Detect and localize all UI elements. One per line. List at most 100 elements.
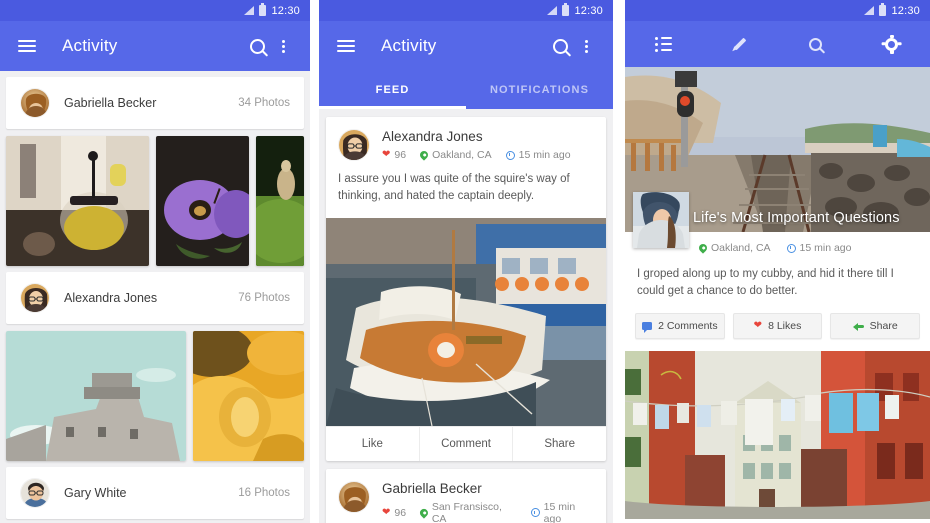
gear-icon[interactable] bbox=[854, 34, 930, 54]
avatar bbox=[338, 480, 370, 513]
list-item[interactable]: Gabriella Becker 34 Photos bbox=[6, 77, 304, 129]
post-image[interactable] bbox=[326, 217, 606, 426]
photo-thumbnail[interactable] bbox=[193, 331, 304, 461]
location-text: San Fransisco, CA bbox=[431, 500, 502, 523]
hamburger-menu-icon[interactable] bbox=[14, 33, 40, 59]
clock-icon bbox=[505, 150, 515, 160]
comments-button[interactable]: 2 Comments bbox=[635, 312, 725, 339]
share-button[interactable]: Share bbox=[830, 312, 921, 339]
like-button[interactable]: Like bbox=[326, 426, 420, 461]
list-item[interactable]: Alexandra Jones 76 Photos bbox=[6, 272, 304, 324]
time-text: 15 min ago bbox=[543, 500, 576, 523]
photo-strip bbox=[6, 136, 304, 266]
post-location: San Fransisco, CA bbox=[418, 500, 517, 523]
overflow-menu-icon[interactable] bbox=[573, 33, 599, 59]
like-count: ❤ 96 bbox=[382, 149, 406, 161]
comment-icon bbox=[642, 321, 653, 333]
post-location: Oakland, CA bbox=[697, 242, 771, 254]
photo-count: 34 Photos bbox=[238, 97, 290, 109]
phone-screen-feed: 12:30 Activity FEED NOTIFICATIONS Alexan… bbox=[319, 0, 613, 523]
time-text: 15 min ago bbox=[518, 149, 571, 161]
clock-icon bbox=[786, 243, 796, 253]
post-time: 15 min ago bbox=[530, 500, 594, 523]
list-item[interactable]: Gary White 16 Photos bbox=[6, 467, 304, 519]
overflow-menu-icon[interactable] bbox=[270, 33, 296, 59]
post-title: Life's Most Important Questions bbox=[693, 210, 900, 226]
search-icon[interactable] bbox=[778, 37, 854, 51]
feed-post-card: Alexandra Jones ❤ 96 Oakland, CA 15 min … bbox=[326, 117, 606, 461]
heart-icon: ❤ bbox=[382, 149, 391, 160]
status-bar: 12:30 bbox=[0, 0, 310, 21]
app-bar: Activity bbox=[0, 21, 310, 71]
battery-icon bbox=[562, 3, 570, 16]
battery-icon bbox=[879, 3, 887, 16]
search-icon[interactable] bbox=[244, 33, 270, 59]
feed-post-card: Gabriella Becker ❤ 96 San Fransisco, CA bbox=[326, 468, 606, 523]
post-author: Alexandra Jones bbox=[382, 129, 483, 144]
post-header: Gabriella Becker ❤ 96 San Fransisco, CA bbox=[326, 469, 606, 523]
photo-thumbnail[interactable] bbox=[155, 136, 249, 266]
share-arrow-icon bbox=[852, 321, 864, 331]
status-time: 12:30 bbox=[574, 4, 603, 17]
share-button[interactable]: Share bbox=[513, 427, 606, 461]
photo-count: 16 Photos bbox=[238, 487, 290, 499]
comment-button[interactable]: Comment bbox=[420, 426, 514, 461]
status-time: 12:30 bbox=[891, 4, 920, 17]
photo-count: 76 Photos bbox=[238, 292, 290, 304]
likes-label: 8 Likes bbox=[768, 319, 802, 332]
heart-icon: ❤ bbox=[753, 319, 763, 331]
list-item-name: Gabriella Becker bbox=[64, 96, 157, 110]
panel-divider bbox=[613, 0, 625, 523]
post-time: 15 min ago bbox=[786, 242, 852, 254]
comments-label: 2 Comments bbox=[658, 319, 718, 332]
status-bar: 12:30 bbox=[625, 0, 930, 21]
time-text: 15 min ago bbox=[799, 242, 852, 254]
search-icon[interactable] bbox=[547, 33, 573, 59]
likes-button[interactable]: ❤ 8 Likes bbox=[732, 312, 823, 339]
photo-strip bbox=[6, 331, 304, 461]
photo-thumbnail[interactable] bbox=[6, 136, 149, 266]
pencil-icon[interactable] bbox=[701, 36, 777, 53]
status-bar: 12:30 bbox=[319, 0, 613, 21]
location-pin-icon bbox=[418, 506, 430, 519]
post-meta: ❤ 96 Oakland, CA 15 min ago bbox=[382, 149, 571, 161]
avatar bbox=[633, 192, 689, 248]
phone-screen-activity-list: 12:30 Activity Gabriella Becker 34 Photo… bbox=[0, 0, 310, 523]
photo-thumbnail[interactable] bbox=[255, 136, 304, 266]
tab-notifications[interactable]: NOTIFICATIONS bbox=[466, 71, 613, 109]
post-text: I groped along up to my cubby, and hid i… bbox=[637, 268, 894, 298]
post-actions: Like Comment Share bbox=[326, 425, 606, 461]
status-time: 12:30 bbox=[271, 4, 300, 17]
bottom-post-image[interactable] bbox=[625, 350, 930, 519]
post-time: 15 min ago bbox=[505, 149, 571, 161]
post-meta: ❤ 96 San Fransisco, CA 15 min ago bbox=[382, 501, 594, 523]
app-bar: Activity bbox=[319, 21, 613, 71]
post-header: Alexandra Jones ❤ 96 Oakland, CA 15 min … bbox=[326, 117, 606, 169]
post-text: I assure you I was quite of the squire's… bbox=[338, 173, 570, 203]
photo-thumbnail[interactable] bbox=[6, 331, 186, 461]
tab-feed[interactable]: FEED bbox=[319, 71, 466, 109]
avatar bbox=[20, 283, 50, 313]
hamburger-menu-icon[interactable] bbox=[333, 33, 359, 59]
page-title: Activity bbox=[381, 36, 437, 55]
battery-icon bbox=[259, 3, 267, 16]
share-label: Share bbox=[869, 319, 898, 332]
avatar bbox=[20, 478, 50, 508]
list-icon[interactable] bbox=[625, 36, 701, 52]
avatar bbox=[338, 129, 370, 161]
location-text: Oakland, CA bbox=[711, 242, 771, 254]
list-item-name: Gary White bbox=[64, 486, 127, 500]
icon-toolbar bbox=[625, 21, 930, 67]
location-pin-icon bbox=[697, 242, 709, 254]
like-count-value: 96 bbox=[394, 149, 407, 161]
like-count-value: 96 bbox=[394, 506, 407, 519]
phone-screen-post-detail: 12:30 Life's Most Important Questions Oa… bbox=[625, 0, 930, 523]
page-title: Activity bbox=[62, 36, 118, 55]
like-count: ❤ 96 bbox=[382, 507, 406, 519]
clock-icon bbox=[530, 508, 540, 517]
post-detail: Oakland, CA 15 min ago I groped along up… bbox=[625, 192, 930, 351]
location-pin-icon bbox=[418, 149, 430, 161]
avatar bbox=[20, 88, 50, 118]
post-author: Gabriella Becker bbox=[382, 480, 482, 496]
list-item-name: Alexandra Jones bbox=[64, 291, 158, 305]
